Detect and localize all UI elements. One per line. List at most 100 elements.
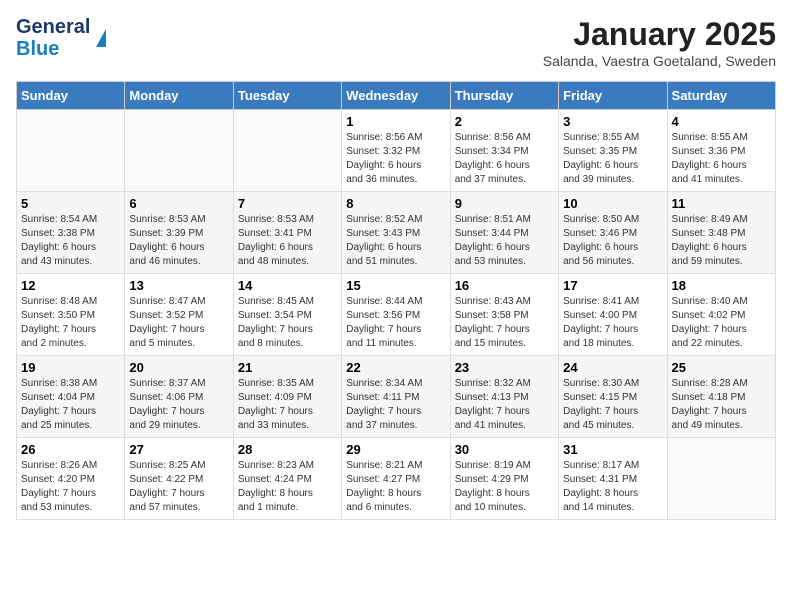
day-info: Sunrise: 8:56 AM Sunset: 3:34 PM Dayligh… (455, 131, 554, 187)
calendar-cell: 10 Sunrise: 8:50 AM Sunset: 3:46 PM Dayli… (559, 192, 667, 274)
calendar-week-row: 19 Sunrise: 8:38 AM Sunset: 4:04 PM Dayli… (17, 356, 776, 438)
day-number: 1 (346, 114, 445, 129)
calendar-cell: 20 Sunrise: 8:37 AM Sunset: 4:06 PM Dayli… (125, 356, 233, 438)
location-subtitle: Salanda, Vaestra Goetaland, Sweden (543, 53, 776, 69)
day-info: Sunrise: 8:41 AM Sunset: 4:00 PM Dayligh… (563, 295, 662, 351)
calendar-header-row: SundayMondayTuesdayWednesdayThursdayFrid… (17, 82, 776, 110)
day-info: Sunrise: 8:26 AM Sunset: 4:20 PM Dayligh… (21, 459, 120, 515)
day-number: 26 (21, 442, 120, 457)
day-number: 18 (672, 278, 771, 293)
calendar-cell: 19 Sunrise: 8:38 AM Sunset: 4:04 PM Dayli… (17, 356, 125, 438)
day-number: 21 (238, 360, 337, 375)
day-info: Sunrise: 8:35 AM Sunset: 4:09 PM Dayligh… (238, 377, 337, 433)
calendar-cell: 8 Sunrise: 8:52 AM Sunset: 3:43 PM Daylig… (342, 192, 450, 274)
day-number: 20 (129, 360, 228, 375)
calendar-cell: 2 Sunrise: 8:56 AM Sunset: 3:34 PM Daylig… (450, 110, 558, 192)
day-number: 6 (129, 196, 228, 211)
day-number: 11 (672, 196, 771, 211)
calendar-cell: 18 Sunrise: 8:40 AM Sunset: 4:02 PM Dayli… (667, 274, 775, 356)
day-info: Sunrise: 8:23 AM Sunset: 4:24 PM Dayligh… (238, 459, 337, 515)
col-header-tuesday: Tuesday (233, 82, 341, 110)
day-info: Sunrise: 8:44 AM Sunset: 3:56 PM Dayligh… (346, 295, 445, 351)
page-header: General Blue January 2025 Salanda, Vaest… (16, 16, 776, 69)
day-info: Sunrise: 8:40 AM Sunset: 4:02 PM Dayligh… (672, 295, 771, 351)
calendar-cell: 1 Sunrise: 8:56 AM Sunset: 3:32 PM Daylig… (342, 110, 450, 192)
calendar-cell: 27 Sunrise: 8:25 AM Sunset: 4:22 PM Dayli… (125, 438, 233, 520)
calendar-cell: 22 Sunrise: 8:34 AM Sunset: 4:11 PM Dayli… (342, 356, 450, 438)
day-info: Sunrise: 8:52 AM Sunset: 3:43 PM Dayligh… (346, 213, 445, 269)
calendar-cell: 11 Sunrise: 8:49 AM Sunset: 3:48 PM Dayli… (667, 192, 775, 274)
col-header-monday: Monday (125, 82, 233, 110)
day-number: 13 (129, 278, 228, 293)
logo-blue: Blue (16, 38, 90, 60)
day-info: Sunrise: 8:17 AM Sunset: 4:31 PM Dayligh… (563, 459, 662, 515)
col-header-wednesday: Wednesday (342, 82, 450, 110)
day-info: Sunrise: 8:50 AM Sunset: 3:46 PM Dayligh… (563, 213, 662, 269)
day-info: Sunrise: 8:53 AM Sunset: 3:39 PM Dayligh… (129, 213, 228, 269)
calendar-cell: 21 Sunrise: 8:35 AM Sunset: 4:09 PM Dayli… (233, 356, 341, 438)
day-number: 15 (346, 278, 445, 293)
day-info: Sunrise: 8:19 AM Sunset: 4:29 PM Dayligh… (455, 459, 554, 515)
day-number: 10 (563, 196, 662, 211)
day-number: 14 (238, 278, 337, 293)
day-number: 24 (563, 360, 662, 375)
col-header-friday: Friday (559, 82, 667, 110)
calendar-week-row: 5 Sunrise: 8:54 AM Sunset: 3:38 PM Daylig… (17, 192, 776, 274)
day-number: 28 (238, 442, 337, 457)
day-info: Sunrise: 8:54 AM Sunset: 3:38 PM Dayligh… (21, 213, 120, 269)
day-info: Sunrise: 8:32 AM Sunset: 4:13 PM Dayligh… (455, 377, 554, 433)
day-info: Sunrise: 8:25 AM Sunset: 4:22 PM Dayligh… (129, 459, 228, 515)
day-number: 29 (346, 442, 445, 457)
calendar-cell: 31Sunrise: 8:17 AM Sunset: 4:31 PM Dayli… (559, 438, 667, 520)
day-info: Sunrise: 8:47 AM Sunset: 3:52 PM Dayligh… (129, 295, 228, 351)
calendar-cell: 14Sunrise: 8:45 AM Sunset: 3:54 PM Dayli… (233, 274, 341, 356)
calendar-cell: 25Sunrise: 8:28 AM Sunset: 4:18 PM Dayli… (667, 356, 775, 438)
day-number: 2 (455, 114, 554, 129)
calendar-cell (125, 110, 233, 192)
day-info: Sunrise: 8:43 AM Sunset: 3:58 PM Dayligh… (455, 295, 554, 351)
calendar-week-row: 1 Sunrise: 8:56 AM Sunset: 3:32 PM Daylig… (17, 110, 776, 192)
calendar-cell: 24 Sunrise: 8:30 AM Sunset: 4:15 PM Dayli… (559, 356, 667, 438)
day-number: 9 (455, 196, 554, 211)
calendar-cell: 7Sunrise: 8:53 AM Sunset: 3:41 PM Daylig… (233, 192, 341, 274)
calendar-cell: 26 Sunrise: 8:26 AM Sunset: 4:20 PM Dayli… (17, 438, 125, 520)
logo-general: General (16, 16, 90, 38)
logo-triangle-icon (96, 29, 106, 47)
calendar-cell (233, 110, 341, 192)
day-number: 27 (129, 442, 228, 457)
day-number: 8 (346, 196, 445, 211)
calendar-cell: 4 Sunrise: 8:55 AM Sunset: 3:36 PM Daylig… (667, 110, 775, 192)
calendar-cell: 6 Sunrise: 8:53 AM Sunset: 3:39 PM Daylig… (125, 192, 233, 274)
day-info: Sunrise: 8:30 AM Sunset: 4:15 PM Dayligh… (563, 377, 662, 433)
day-info: Sunrise: 8:49 AM Sunset: 3:48 PM Dayligh… (672, 213, 771, 269)
calendar-cell: 9Sunrise: 8:51 AM Sunset: 3:44 PM Daylig… (450, 192, 558, 274)
calendar-week-row: 26 Sunrise: 8:26 AM Sunset: 4:20 PM Dayli… (17, 438, 776, 520)
day-info: Sunrise: 8:55 AM Sunset: 3:36 PM Dayligh… (672, 131, 771, 187)
calendar-cell: 15 Sunrise: 8:44 AM Sunset: 3:56 PM Dayli… (342, 274, 450, 356)
day-info: Sunrise: 8:55 AM Sunset: 3:35 PM Dayligh… (563, 131, 662, 187)
calendar-cell: 16 Sunrise: 8:43 AM Sunset: 3:58 PM Dayli… (450, 274, 558, 356)
day-number: 5 (21, 196, 120, 211)
calendar-cell: 30 Sunrise: 8:19 AM Sunset: 4:29 PM Dayli… (450, 438, 558, 520)
calendar-cell: 23Sunrise: 8:32 AM Sunset: 4:13 PM Dayli… (450, 356, 558, 438)
calendar-cell: 13 Sunrise: 8:47 AM Sunset: 3:52 PM Dayli… (125, 274, 233, 356)
col-header-thursday: Thursday (450, 82, 558, 110)
day-number: 22 (346, 360, 445, 375)
calendar-cell: 29Sunrise: 8:21 AM Sunset: 4:27 PM Dayli… (342, 438, 450, 520)
col-header-sunday: Sunday (17, 82, 125, 110)
day-number: 12 (21, 278, 120, 293)
day-number: 4 (672, 114, 771, 129)
title-block: January 2025 Salanda, Vaestra Goetaland,… (543, 16, 776, 69)
calendar-cell: 5 Sunrise: 8:54 AM Sunset: 3:38 PM Daylig… (17, 192, 125, 274)
calendar-cell: 28 Sunrise: 8:23 AM Sunset: 4:24 PM Dayli… (233, 438, 341, 520)
day-number: 3 (563, 114, 662, 129)
day-info: Sunrise: 8:37 AM Sunset: 4:06 PM Dayligh… (129, 377, 228, 433)
calendar-table: SundayMondayTuesdayWednesdayThursdayFrid… (16, 81, 776, 520)
calendar-cell: 12Sunrise: 8:48 AM Sunset: 3:50 PM Dayli… (17, 274, 125, 356)
day-number: 30 (455, 442, 554, 457)
day-info: Sunrise: 8:38 AM Sunset: 4:04 PM Dayligh… (21, 377, 120, 433)
day-info: Sunrise: 8:34 AM Sunset: 4:11 PM Dayligh… (346, 377, 445, 433)
day-number: 19 (21, 360, 120, 375)
day-number: 16 (455, 278, 554, 293)
day-info: Sunrise: 8:56 AM Sunset: 3:32 PM Dayligh… (346, 131, 445, 187)
